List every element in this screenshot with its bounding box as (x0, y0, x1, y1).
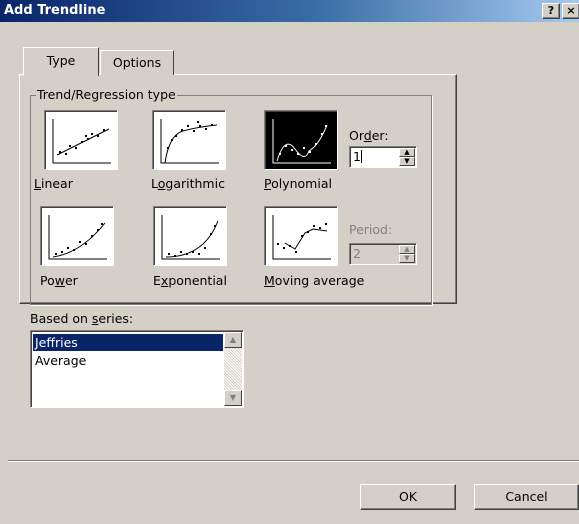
period-input[interactable]: 2 (353, 246, 361, 261)
linear-label[interactable]: Linear (34, 176, 73, 191)
scroll-down-button[interactable]: ▼ (224, 390, 242, 406)
order-label: Order: (349, 128, 389, 143)
scroll-up-icon: ▲ (229, 335, 237, 344)
exponential-label-pre: E (153, 273, 161, 288)
moving-average-label-post: oving average (274, 273, 365, 288)
scroll-up-button[interactable]: ▲ (224, 332, 242, 348)
exponential-label-post: ponential (168, 273, 227, 288)
spin-up-icon: ▲ (404, 245, 410, 253)
logarithmic-tile[interactable] (152, 110, 226, 170)
series-scrollbar[interactable]: ▲ ▼ (224, 332, 242, 406)
trend-type-group-label: Trend/Regression type (36, 87, 177, 102)
power-label-post: er (64, 273, 78, 288)
order-label-pre: Or (349, 128, 364, 143)
period-spinner-buttons: ▲ ▼ (399, 245, 415, 263)
tab-options[interactable]: Options (100, 50, 174, 75)
period-down-button[interactable]: ▼ (399, 254, 415, 263)
linear-tile[interactable] (44, 110, 118, 170)
title-bar[interactable]: Add Trendline ? × (0, 0, 579, 22)
list-item[interactable]: Average (33, 352, 223, 369)
order-input[interactable]: 1 (353, 149, 361, 164)
moving-average-tile[interactable] (264, 206, 338, 266)
linear-label-post: inear (40, 176, 73, 191)
tab-type[interactable]: Type (23, 47, 99, 76)
logarithmic-trend-icon (160, 119, 219, 164)
tab-type-label: Type (46, 53, 76, 68)
spin-up-icon: ▲ (404, 148, 410, 156)
spin-down-icon: ▼ (404, 157, 410, 165)
moving-average-label[interactable]: Moving average (264, 273, 364, 288)
text-caret (361, 150, 362, 163)
series-listbox[interactable]: Jeffries Average ▲ ▼ (30, 330, 244, 408)
order-spinner[interactable]: 1 ▲ ▼ (349, 146, 417, 168)
exponential-label[interactable]: Exponential (153, 273, 227, 288)
logarithmic-label-post: garithmic (165, 176, 225, 191)
window-title: Add Trendline (4, 3, 106, 18)
cancel-button-label: Cancel (505, 489, 548, 504)
power-trend-icon (48, 215, 107, 260)
polynomial-label-post: olynomial (271, 176, 332, 191)
help-button[interactable]: ? (542, 3, 560, 19)
ok-button-label: OK (398, 489, 418, 504)
moving-average-trend-icon (272, 215, 331, 260)
spin-down-icon: ▼ (404, 254, 410, 262)
cancel-button[interactable]: Cancel (474, 484, 579, 510)
moving-average-label-accel: M (264, 273, 275, 288)
series-label-post: eries: (98, 311, 134, 326)
logarithmic-label[interactable]: Logarithmic (151, 176, 225, 191)
power-label[interactable]: Power (40, 273, 78, 288)
period-spinner[interactable]: 2 ▲ ▼ (349, 243, 417, 265)
exponential-tile[interactable] (153, 206, 227, 266)
linear-trend-icon (52, 119, 111, 164)
list-item[interactable]: Jeffries (33, 334, 223, 351)
power-label-accel: w (54, 273, 65, 288)
tab-options-label: Options (112, 55, 162, 70)
polynomial-tile[interactable] (264, 110, 338, 170)
order-up-button[interactable]: ▲ (399, 148, 415, 157)
footer-separator-highlight (8, 461, 579, 462)
series-label: Based on series: (30, 311, 133, 326)
logarithmic-label-pre: L (151, 176, 158, 191)
scroll-down-icon: ▼ (229, 393, 237, 402)
polynomial-label[interactable]: Polynomial (264, 176, 332, 191)
power-tile[interactable] (40, 206, 114, 266)
exponential-trend-icon (161, 215, 220, 260)
period-label: Period: (349, 222, 393, 237)
polynomial-trend-icon (272, 119, 331, 164)
series-label-pre: Based on (30, 311, 92, 326)
period-up-button[interactable]: ▲ (399, 245, 415, 254)
order-down-button[interactable]: ▼ (399, 157, 415, 166)
linear-label-accel: L (34, 176, 41, 191)
order-spinner-buttons: ▲ ▼ (399, 148, 415, 166)
order-label-accel: d (363, 128, 372, 143)
ok-button[interactable]: OK (360, 484, 456, 510)
power-label-pre: Po (40, 273, 55, 288)
close-button[interactable]: × (562, 3, 579, 19)
order-label-post: er: (371, 128, 389, 143)
